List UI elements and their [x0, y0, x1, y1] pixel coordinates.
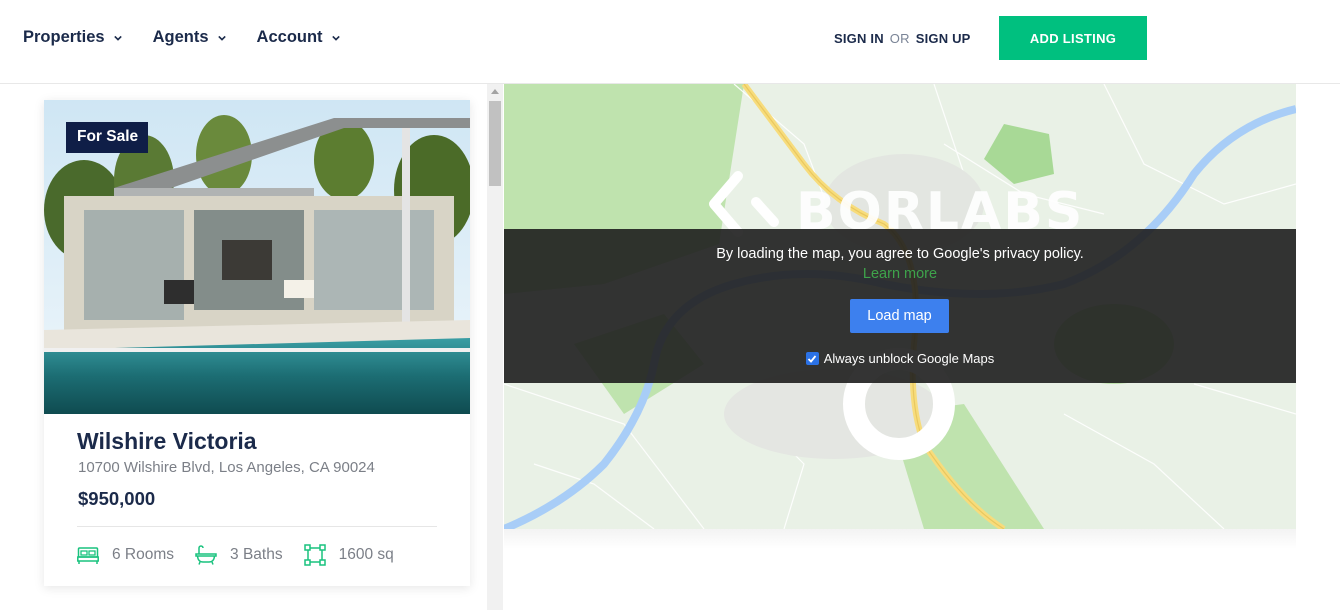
main-nav: Properties Agents Account: [23, 28, 371, 47]
scroll-up-arrow-icon[interactable]: [491, 89, 499, 94]
baths-label: 3 Baths: [230, 546, 283, 563]
divider: [77, 526, 437, 527]
feature-baths: 3 Baths: [195, 545, 283, 565]
nav-properties[interactable]: Properties: [23, 28, 122, 47]
feature-area: 1600 sq: [303, 544, 394, 566]
consent-text: By loading the map, you agree to Google'…: [716, 246, 1084, 262]
map-placeholder: BORLABS By loading the map, you agree to…: [504, 84, 1296, 529]
site-header: Properties Agents Account SIGN IN OR SIG…: [0, 0, 1340, 84]
bed-icon: [77, 547, 99, 564]
listing-title[interactable]: Wilshire Victoria: [77, 428, 257, 455]
add-listing-button[interactable]: ADD LISTING: [999, 16, 1147, 60]
map-bottom-shadow: [504, 529, 1296, 549]
map-consent-overlay: By loading the map, you agree to Google'…: [504, 229, 1296, 383]
auth-links: SIGN IN OR SIGN UP: [834, 31, 971, 46]
always-unblock-checkbox[interactable]: [805, 352, 819, 365]
bathtub-icon: [195, 545, 217, 565]
sign-in-link[interactable]: SIGN IN: [834, 31, 884, 46]
nav-properties-label: Properties: [23, 28, 105, 46]
always-unblock-option: Always unblock Google Maps: [504, 351, 1296, 366]
always-unblock-label[interactable]: Always unblock Google Maps: [824, 351, 995, 366]
chevron-down-icon: [331, 35, 340, 41]
scroll-thumb[interactable]: [489, 101, 501, 186]
sign-up-link[interactable]: SIGN UP: [916, 31, 971, 46]
sale-status-badge: For Sale: [66, 122, 149, 153]
or-separator: OR: [889, 31, 910, 46]
property-photo[interactable]: For Sale: [44, 100, 470, 414]
load-map-button[interactable]: Load map: [850, 299, 949, 333]
listing-address: 10700 Wilshire Blvd, Los Angeles, CA 900…: [78, 459, 375, 476]
checkmark-icon: [808, 354, 817, 363]
listing-scrollbar[interactable]: [487, 84, 503, 610]
learn-more-link[interactable]: Learn more: [504, 266, 1296, 282]
feature-rooms: 6 Rooms: [77, 545, 174, 565]
nav-agents-label: Agents: [152, 28, 209, 46]
chevron-down-icon: [113, 35, 122, 41]
area-label: 1600 sq: [338, 546, 394, 563]
listing-panel: For Sale Wilshire Victoria 10700 Wilshir…: [0, 84, 487, 610]
nav-account[interactable]: Account: [257, 28, 340, 47]
rooms-label: 6 Rooms: [112, 546, 175, 563]
area-icon: [303, 544, 326, 566]
nav-account-label: Account: [256, 28, 323, 46]
nav-agents[interactable]: Agents: [153, 28, 226, 47]
listing-price: $950,000: [78, 488, 156, 509]
chevron-down-icon: [217, 35, 226, 41]
listing-card[interactable]: For Sale Wilshire Victoria 10700 Wilshir…: [44, 100, 470, 586]
listing-features: 6 Rooms 3 Baths 1600 sq: [77, 544, 415, 566]
